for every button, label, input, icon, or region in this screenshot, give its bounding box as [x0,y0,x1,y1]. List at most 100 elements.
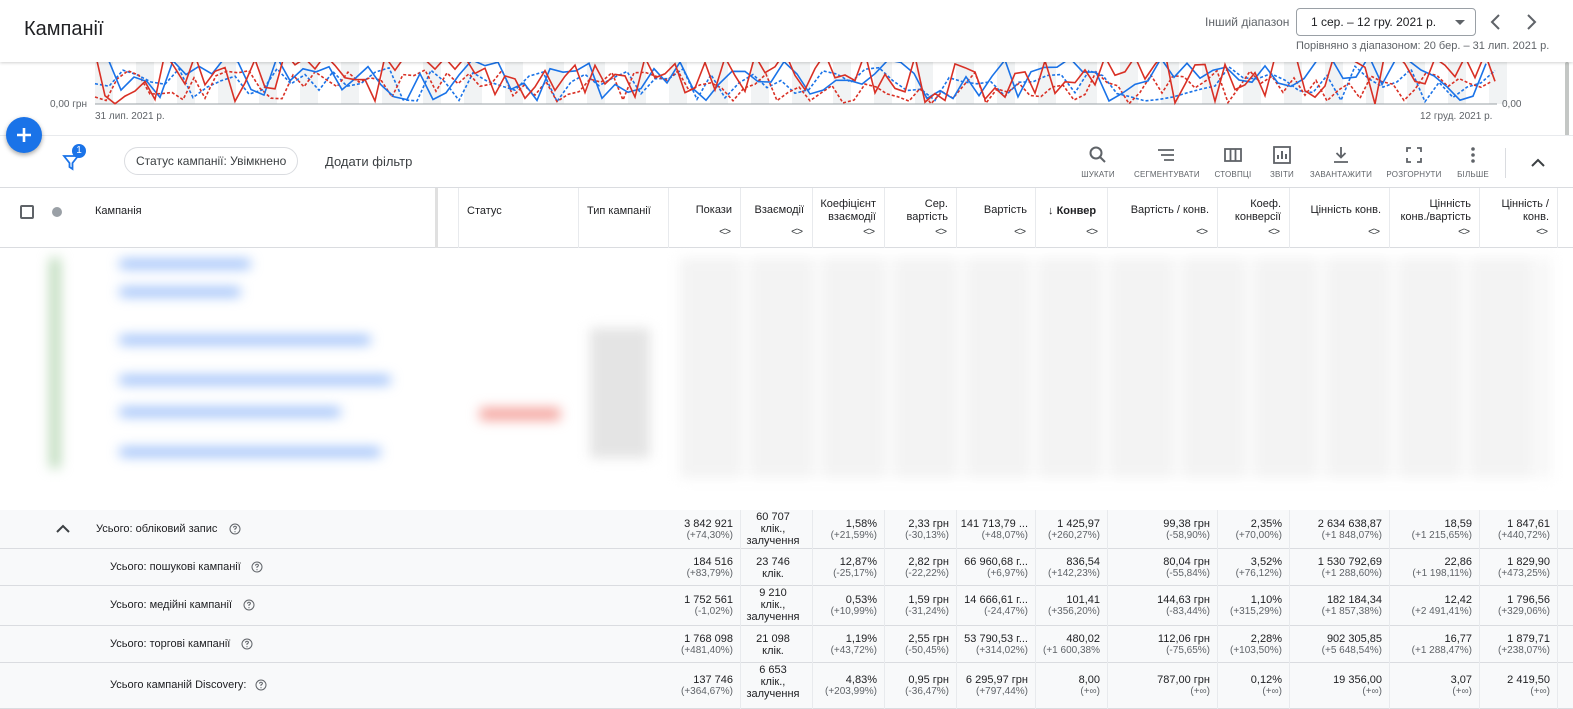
add-campaign-fab[interactable] [6,117,42,153]
column-resize-icon[interactable]: <> [791,226,803,238]
column-resize-icon[interactable]: <> [719,226,731,238]
prev-period-button[interactable] [1484,10,1508,34]
metric-change: (+5 648,54%) [1321,645,1382,656]
download-tool-button[interactable]: ЗАВАНТАЖИТИ [1309,145,1373,185]
more-icon [1471,147,1475,163]
column-status[interactable]: Статус [459,188,579,248]
totals-avg-cost-cell: 2,82 грн (-22,22%) [885,549,957,586]
metric-change: (+1 288,47%) [1411,645,1472,656]
column-interaction-rate[interactable]: Коефіцієнт взаємодії <> [813,188,885,248]
metric-change: (+6,97%) [987,568,1028,579]
column-cost-label: Вартість [983,204,1027,216]
column-campaign[interactable]: Кампанія [80,188,438,248]
more-tool-button[interactable]: БІЛЬШЕ [1441,145,1505,185]
table-toolbar: 1 Статус кампанії: Увімкнено Додати філь… [0,135,1573,188]
column-resize-icon[interactable]: <> [863,226,875,238]
help-icon[interactable] [229,523,241,535]
column-impressions[interactable]: Покази <> [669,188,741,248]
column-conv-value[interactable]: Цінність конв. <> [1290,188,1390,248]
metric-value: 12,42 [1444,594,1472,606]
chevron-up-icon[interactable] [54,520,72,538]
column-avg-cost[interactable]: Сер. вартість <> [885,188,957,248]
column-conv-value-cost-label-2: конв./вартість [1400,211,1471,223]
totals-conv-value-cell: 19 356,00 (+∞) [1290,663,1390,709]
select-all-checkbox[interactable] [20,205,34,219]
column-resize-icon[interactable]: <> [1268,226,1280,238]
help-icon[interactable] [255,679,267,691]
metric-change: (-58,90%) [1166,530,1210,541]
totals-interactions-cell: 21 098 клік. [741,626,813,663]
column-conv-value-cost[interactable]: Цінність конв./вартість <> [1390,188,1480,248]
metric-value: 22,86 [1444,556,1472,568]
metric-value: 141 713,79 ... [960,518,1028,530]
column-type[interactable]: Тип кампанії [579,188,669,248]
expand-tool-button[interactable]: РОЗГОРНУТИ [1382,145,1446,185]
search-tool-button[interactable]: ШУКАТИ [1066,145,1130,185]
column-interactions-label: Взаємодії [754,204,804,216]
interactions-line: клік., [760,676,786,688]
column-conv-value-cost-label-1: Цінність [1429,198,1471,210]
comparison-range-text: Порівняно з діапазоном: 20 бер. – 31 лип… [1296,40,1550,52]
metric-change: (+481,40%) [681,645,733,656]
metric-change: (+1 848,07%) [1321,530,1382,541]
metric-value: 2,33 грн [908,518,949,530]
column-resize-icon[interactable]: <> [1196,226,1208,238]
metric-change: (+1 288,60%) [1321,568,1382,579]
totals-conv-value-cell: 2 634 638,87 (+1 848,07%) [1290,510,1390,549]
chart-weekend-band [751,62,769,104]
metric-change: (-31,24%) [905,606,949,617]
help-icon[interactable] [251,561,263,573]
metric-value: 1 530 792,69 [1317,556,1382,568]
date-range-value: 1 сер. – 12 гру. 2021 р. [1311,15,1437,29]
metric-value: 1 425,97 [1057,518,1100,530]
metric-change: (+∞) [1262,686,1282,697]
column-conversions[interactable]: ↓ Конвер <> [1036,188,1108,248]
column-value-per-conv-label-1: Цінність / [1501,198,1549,210]
totals-conv-rate-cell: 2,35% (+70,00%) [1218,510,1290,549]
totals-cost-cell: 6 295,97 грн (+797,44%) [957,663,1036,709]
totals-row: Усього: медійні кампанії 1 752 561 (-1,02%… [0,586,1573,626]
column-interactions[interactable]: Взаємодії <> [741,188,813,248]
collapse-chart-button[interactable] [1528,153,1548,173]
page-title: Кампанії [24,18,104,40]
help-icon[interactable] [241,638,253,650]
column-cost-per-conv[interactable]: Вартість / конв. <> [1108,188,1218,248]
chart-weekend-band [1489,62,1507,104]
add-filter-button[interactable]: Додати фільтр [325,154,412,169]
column-cost[interactable]: Вартість <> [957,188,1036,248]
help-icon[interactable] [243,599,255,611]
metric-value: 14 666,61 г... [964,594,1028,606]
segment-tool-button[interactable]: СЕГМЕНТУВАТИ [1134,145,1200,185]
interactions-line: залучення [746,688,800,700]
metric-change: (-25,17%) [833,568,877,579]
reports-tool-button[interactable]: ЗВІТИ [1250,145,1314,185]
column-resize-icon[interactable]: <> [1014,226,1026,238]
totals-conv-rate-cell: 3,52% (+76,12%) [1218,549,1290,586]
totals-value-cost-cell: 18,59 (+1 215,65%) [1390,510,1480,549]
metric-value: 80,04 грн [1163,556,1210,568]
column-conv-value-label: Цінність конв. [1310,204,1381,216]
column-resize-icon[interactable]: <> [935,226,947,238]
metric-change: (+329,06%) [1498,606,1550,617]
column-campaign-label: Кампанія [95,205,142,217]
metric-value: 18,59 [1444,518,1472,530]
metric-value: 53 790,53 г... [964,633,1028,645]
segment-tool-label: СЕГМЕНТУВАТИ [1134,170,1200,179]
date-range-select[interactable]: 1 сер. – 12 гру. 2021 р. [1296,8,1476,36]
status-filter-chip[interactable]: Статус кампанії: Увімкнено [124,147,299,175]
metric-change: (+364,67%) [681,686,733,697]
chevron-up-icon [1531,158,1545,167]
date-range-label: Інший діапазон [1205,15,1290,29]
totals-interactions-cell: 9 210 клік., залучення [741,586,813,626]
metric-change: (+1 215,65%) [1411,530,1472,541]
column-resize-icon[interactable]: <> [1368,226,1380,238]
column-interaction-rate-label-2: взаємодії [828,211,876,223]
next-period-button[interactable] [1519,10,1543,34]
metric-change: (+∞) [1190,686,1210,697]
reports-tool-label: ЗВІТИ [1269,170,1295,179]
column-resize-icon[interactable]: <> [1458,226,1470,238]
column-resize-icon[interactable]: <> [1536,226,1548,238]
column-resize-icon[interactable]: <> [1086,226,1098,238]
column-value-per-conv[interactable]: Цінність / конв. <> [1480,188,1558,248]
column-conv-rate[interactable]: Коеф. конверсії <> [1218,188,1290,248]
